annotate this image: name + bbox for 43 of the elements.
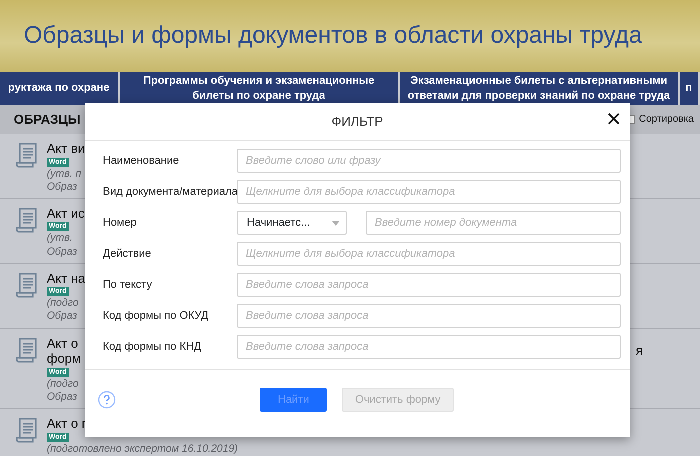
field-label: Код формы по ОКУД <box>103 308 210 324</box>
caret-icon <box>332 220 340 226</box>
field-label: Наименование <box>103 154 180 169</box>
document-title[interactable]: Акт о <box>47 336 82 352</box>
document-scroll-icon <box>14 141 40 169</box>
document-source: Образ <box>47 310 78 324</box>
sort-label[interactable]: Сортировка <box>639 112 694 127</box>
input-field[interactable]: Введите слова запроса <box>237 273 621 297</box>
document-scroll-icon <box>14 336 40 364</box>
dialog-title: ФИЛЬТР <box>332 112 384 131</box>
document-scroll-icon <box>14 416 40 444</box>
document-note: (подготовлено экспертом 16.10.2019) <box>47 442 238 456</box>
document-source: Образ <box>47 246 78 259</box>
input-field[interactable]: Введите слова запроса <box>237 304 621 328</box>
document-title[interactable]: Акт ви <box>47 141 86 157</box>
close-icon <box>606 111 622 127</box>
input-field[interactable]: Щелкните для выбора классификатора <box>237 180 621 204</box>
document-note: (утв. <box>47 232 74 246</box>
document-scroll-icon <box>14 206 40 234</box>
help-icon[interactable] <box>98 391 116 409</box>
field-label: Вид документа/материала <box>103 184 237 200</box>
field-label: Номер <box>103 216 138 231</box>
document-title[interactable]: форм <box>47 351 82 367</box>
input-field[interactable]: Введите слово или фразу <box>237 149 621 173</box>
document-note: (подго <box>47 378 80 391</box>
field-label: Действие <box>103 246 152 262</box>
input-field[interactable]: Введите номер документа <box>366 211 621 235</box>
field-label: По тексту <box>103 278 154 293</box>
document-scroll-icon <box>14 270 40 299</box>
input-field[interactable]: Введите слова запроса <box>237 335 621 359</box>
document-title: я <box>636 342 644 360</box>
page-title: Образцы и формы документов в области охраны труда <box>24 21 642 51</box>
section-title: ОБРАЗЦЫ <box>14 110 81 129</box>
close-button[interactable] <box>606 111 622 127</box>
document-title[interactable]: Акт на <box>47 270 86 286</box>
document-note: (утв. п <box>47 168 83 181</box>
document-source: Образ <box>47 390 78 404</box>
input-field[interactable]: Щелкните для выбора классификатора <box>237 242 621 266</box>
document-title[interactable]: Акт ис <box>47 206 85 222</box>
document-note: (подго <box>47 297 80 310</box>
match-dropdown[interactable]: Начинаетс... <box>237 211 347 235</box>
field-label: Код формы по КНД <box>103 340 203 355</box>
document-source: Образ <box>47 180 78 194</box>
